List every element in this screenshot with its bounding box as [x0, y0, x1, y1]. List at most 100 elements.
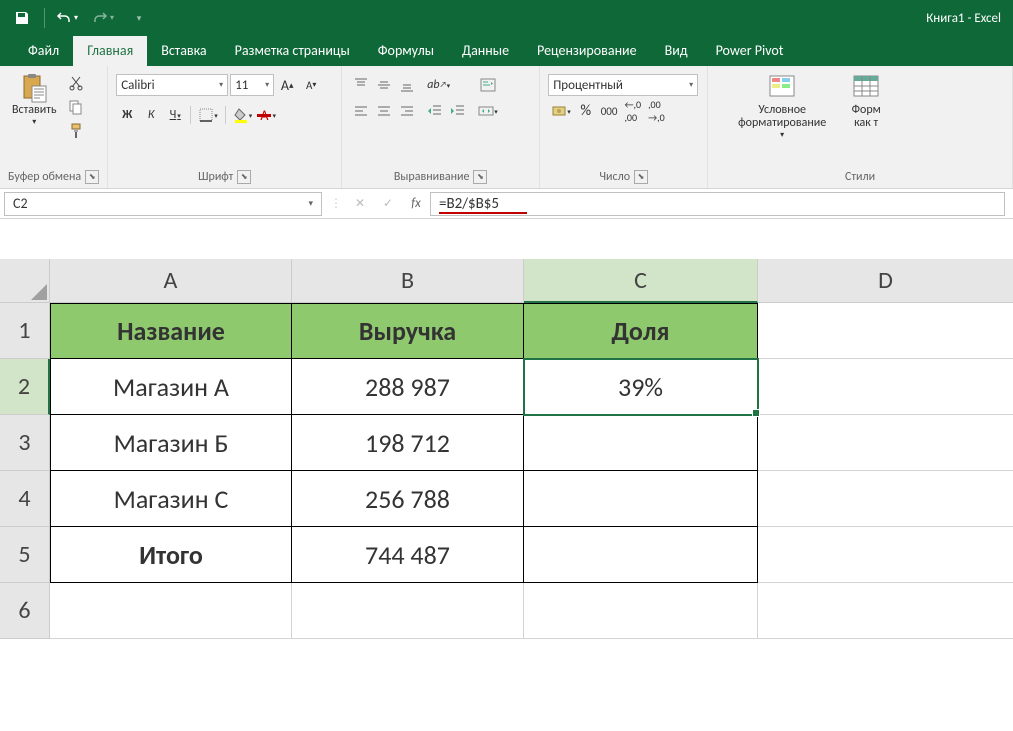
save-icon[interactable] — [6, 4, 38, 32]
cell-D2[interactable] — [758, 359, 1013, 415]
italic-button[interactable]: К — [140, 104, 162, 126]
name-box[interactable]: C2▾ — [4, 192, 322, 216]
increase-font-icon[interactable]: A▴ — [276, 74, 298, 96]
cell-A5[interactable]: Итого — [50, 527, 292, 583]
cell-B1[interactable]: Выручка — [292, 303, 524, 359]
cell-B5[interactable]: 744 487 — [292, 527, 524, 583]
cell-D1[interactable] — [758, 303, 1013, 359]
font-group-label: Шрифт — [198, 170, 233, 184]
percent-icon[interactable]: % — [575, 100, 597, 122]
cell-B3[interactable]: 198 712 — [292, 415, 524, 471]
cell-B4[interactable]: 256 788 — [292, 471, 524, 527]
row-header-2[interactable]: 2 — [0, 359, 50, 415]
decrease-indent-icon[interactable] — [424, 100, 446, 122]
cell-D3[interactable] — [758, 415, 1013, 471]
column-header-C[interactable]: C — [524, 259, 758, 303]
borders-icon[interactable]: ▾ — [195, 104, 221, 126]
cut-icon[interactable] — [65, 72, 87, 94]
cell-A2[interactable]: Магазин А — [50, 359, 292, 415]
clipboard-group-label: Буфер обмена — [8, 170, 81, 184]
cond-fmt-label: Условное форматирование — [738, 104, 826, 130]
increase-indent-icon[interactable] — [447, 100, 469, 122]
font-name-combo[interactable]: Calibri▾ — [116, 74, 228, 96]
comma-icon[interactable]: 000 — [598, 100, 621, 122]
number-dialog-launcher[interactable]: ⬊ — [634, 170, 648, 184]
font-size-combo[interactable]: 11▾ — [230, 74, 274, 96]
conditional-formatting-button[interactable]: Условное форматирование▾ — [722, 70, 842, 168]
row-header-1[interactable]: 1 — [0, 303, 50, 359]
align-middle-icon[interactable] — [373, 74, 395, 96]
bold-button[interactable]: Ж — [116, 104, 138, 126]
tab-home[interactable]: Главная — [73, 36, 147, 66]
cell-C3[interactable] — [524, 415, 758, 471]
row-header-6[interactable]: 6 — [0, 583, 50, 639]
tab-formulas[interactable]: Формулы — [364, 36, 448, 66]
cell-C2[interactable]: 39% — [524, 359, 758, 415]
cell-C4[interactable] — [524, 471, 758, 527]
cell-D4[interactable] — [758, 471, 1013, 527]
format-painter-icon[interactable] — [65, 120, 87, 142]
decrease-decimal-icon[interactable]: ,00→,0 — [645, 100, 668, 122]
cell-D6[interactable] — [758, 583, 1013, 639]
align-bottom-icon[interactable] — [396, 74, 418, 96]
qat-customize-icon[interactable]: ▾ — [123, 4, 155, 32]
tab-file[interactable]: Файл — [14, 36, 73, 66]
cell-B6[interactable] — [292, 583, 524, 639]
cell-C5[interactable] — [524, 527, 758, 583]
ribbon-tabs: Файл Главная Вставка Разметка страницы Ф… — [0, 36, 1013, 66]
alignment-dialog-launcher[interactable]: ⬊ — [473, 170, 487, 184]
spreadsheet-grid: A B C D 1 Название Выручка Доля 2 Магази… — [0, 259, 1013, 639]
align-right-icon[interactable] — [396, 100, 418, 122]
column-header-A[interactable]: A — [50, 259, 292, 303]
clipboard-dialog-launcher[interactable]: ⬊ — [85, 170, 99, 184]
underline-button[interactable]: Ч▾ — [164, 104, 186, 126]
tab-data[interactable]: Данные — [448, 36, 523, 66]
tab-page-layout[interactable]: Разметка страницы — [221, 36, 364, 66]
cell-A3[interactable]: Магазин Б — [50, 415, 292, 471]
fill-color-icon[interactable]: ▾ — [230, 104, 256, 126]
orientation-icon[interactable]: ab↗▾ — [424, 74, 453, 96]
decrease-font-icon[interactable]: A▾ — [300, 74, 322, 96]
tab-view[interactable]: Вид — [651, 36, 702, 66]
cell-C1[interactable]: Доля — [524, 303, 758, 359]
align-center-icon[interactable] — [373, 100, 395, 122]
cell-D5[interactable] — [758, 527, 1013, 583]
currency-icon[interactable]: ▾ — [548, 100, 574, 122]
cancel-formula-icon[interactable]: ✕ — [346, 192, 374, 216]
enter-formula-icon[interactable]: ✓ — [374, 192, 402, 216]
align-left-icon[interactable] — [350, 100, 372, 122]
wrap-text-icon[interactable] — [475, 74, 501, 96]
font-color-icon[interactable]: A▾ — [257, 104, 279, 126]
cell-A6[interactable] — [50, 583, 292, 639]
ribbon-group-font: Calibri▾ 11▾ A▴ A▾ Ж К Ч▾ ▾ ▾ A▾ Шрифт ⬊ — [108, 66, 342, 188]
column-header-B[interactable]: B — [292, 259, 524, 303]
column-header-D[interactable]: D — [758, 259, 1013, 303]
tab-review[interactable]: Рецензирование — [523, 36, 651, 66]
increase-decimal-icon[interactable]: ←,0,00 — [621, 100, 644, 122]
align-top-icon[interactable] — [350, 74, 372, 96]
paste-button[interactable]: Вставить ▾ — [8, 70, 61, 168]
styles-group-label: Стили — [845, 170, 875, 184]
formula-bar: C2▾ ⋮ ✕ ✓ fx =B2/$B$5 — [0, 189, 1013, 219]
row-header-4[interactable]: 4 — [0, 471, 50, 527]
copy-icon[interactable] — [65, 96, 87, 118]
tab-insert[interactable]: Вставка — [147, 36, 220, 66]
tab-power-pivot[interactable]: Power Pivot — [702, 36, 798, 66]
number-format-combo[interactable]: Процентный▾ — [548, 74, 698, 96]
select-all-corner[interactable] — [0, 259, 50, 303]
undo-icon[interactable]: ▾ — [51, 4, 83, 32]
insert-function-icon[interactable]: fx — [402, 192, 430, 216]
row-header-5[interactable]: 5 — [0, 527, 50, 583]
merge-center-icon[interactable]: ▾ — [475, 100, 501, 122]
cell-A4[interactable]: Магазин С — [50, 471, 292, 527]
cell-A1[interactable]: Название — [50, 303, 292, 359]
alignment-group-label: Выравнивание — [394, 170, 470, 184]
format-as-table-button[interactable]: Форм как т — [846, 70, 886, 168]
ribbon-group-number: Процентный▾ ▾ % 000 ←,0,00 ,00→,0 Число … — [540, 66, 708, 188]
cell-C6[interactable] — [524, 583, 758, 639]
cell-B2[interactable]: 288 987 — [292, 359, 524, 415]
redo-icon[interactable]: ▾ — [87, 4, 119, 32]
font-dialog-launcher[interactable]: ⬊ — [237, 170, 251, 184]
formula-input[interactable]: =B2/$B$5 — [430, 192, 1005, 216]
row-header-3[interactable]: 3 — [0, 415, 50, 471]
